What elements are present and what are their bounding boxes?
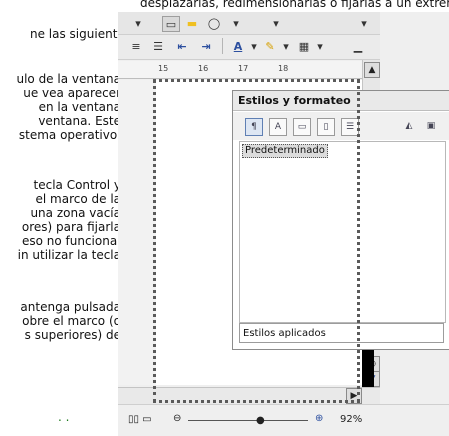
doc-line-4: en la ventana <box>38 100 121 114</box>
doc-line-11: eso no funciona, <box>21 234 121 248</box>
background-color-icon[interactable]: ▦ <box>296 39 312 53</box>
highlighting-dropdown-icon[interactable]: ▾ <box>278 39 294 53</box>
ruler-label-16: 16 <box>198 64 209 73</box>
scroll-up-icon[interactable]: ▲ <box>364 62 380 78</box>
toolbar-options-icon[interactable]: ▁ <box>350 39 366 53</box>
bullet-list-icon[interactable]: ☰ <box>150 39 166 53</box>
doc-line-9: una zona vacía <box>30 206 121 220</box>
doc-line-6: stema operativo, <box>18 128 121 142</box>
style-icon[interactable]: ▾ <box>130 16 146 30</box>
ruler-label-18: 18 <box>278 64 289 73</box>
ruler-label-15: 15 <box>158 64 169 73</box>
zoom-slider[interactable] <box>188 420 308 421</box>
highlight-icon[interactable]: ▬ <box>184 16 200 30</box>
page-styles-icon[interactable]: ▯ <box>317 118 335 136</box>
doc-line-2: ulo de la ventana <box>16 72 121 86</box>
bottom-mark: . . <box>58 410 70 424</box>
doc-line-3: ue vea aparecer <box>23 86 121 100</box>
status-bar: ▯▯ ▭ ⊖ ● ⊕ 92% <box>118 404 449 436</box>
overflow-icon[interactable]: ▾ <box>356 16 372 30</box>
doc-line-8: el marco de la <box>35 192 122 206</box>
toolbar-separator <box>222 38 223 54</box>
scroll-right-icon[interactable]: ▶ <box>346 388 362 404</box>
panel-title[interactable]: Estilos y formateo <box>233 91 449 111</box>
zoom-in-icon[interactable]: ⊕ <box>315 413 323 424</box>
highlighting-icon[interactable]: ✎ <box>262 39 278 53</box>
doc-line-7: tecla Control y <box>33 178 121 192</box>
styles-formatting-panel[interactable]: Estilos y formateo ¶ A ▭ ▯ ☰ ◭ ▣ Predete… <box>232 90 449 350</box>
zoom-level[interactable]: 92% <box>340 414 362 425</box>
view-layout-icon[interactable]: ▯▯ ▭ <box>128 414 152 425</box>
circle-icon[interactable]: ◯ <box>206 16 222 30</box>
frame-styles-icon[interactable]: ▭ <box>293 118 311 136</box>
horizontal-ruler[interactable]: 15 16 17 18 <box>118 61 380 79</box>
dropdown-icon[interactable]: ▾ <box>268 16 284 30</box>
style-list[interactable]: Predeterminado <box>239 141 446 323</box>
background-dropdown-icon[interactable]: ▾ <box>312 39 328 53</box>
ordered-list-icon[interactable]: ≡ <box>128 39 144 53</box>
doc-line-5: ventana. Este <box>38 114 121 128</box>
decrease-indent-icon[interactable]: ⇤ <box>174 39 190 53</box>
list-styles-icon[interactable]: ☰ <box>341 118 359 136</box>
ruler-label-17: 17 <box>238 64 249 73</box>
new-style-icon[interactable]: ▣ <box>423 118 439 134</box>
toolbar-standard: ▾ ▭ ▬ ◯ ▾ ▾ ▾ <box>118 12 380 35</box>
style-item-predeterminado[interactable]: Predeterminado <box>242 144 328 158</box>
zoom-out-icon[interactable]: ⊖ <box>173 413 181 424</box>
fill-format-icon[interactable]: ◭ <box>401 118 417 134</box>
horizontal-scrollbar[interactable]: ▶ <box>118 387 380 404</box>
page-margin <box>118 80 156 385</box>
doc-line-15: s superiores) de <box>24 328 121 342</box>
toolbar-formatting: ≡ ☰ ⇤ ⇥ A ▾ ✎ ▾ ▦ ▾ ▁ <box>118 35 380 60</box>
doc-line-10: ores) para fijarla <box>21 220 121 234</box>
doc-line-12: in utilizar la tecla <box>17 248 121 262</box>
increase-indent-icon[interactable]: ⇥ <box>198 39 214 53</box>
doc-line-13: antenga pulsada <box>20 300 121 314</box>
font-color-dropdown-icon[interactable]: ▾ <box>246 39 262 53</box>
toggle-icon[interactable]: ▭ <box>162 16 180 32</box>
character-styles-icon[interactable]: A <box>269 118 287 136</box>
zoom-slider-thumb[interactable]: ● <box>256 415 265 426</box>
font-color-icon[interactable]: A <box>230 39 246 53</box>
panel-toolbar: ¶ A ▭ ▯ ☰ ◭ ▣ <box>233 112 449 140</box>
doc-line-14: obre el marco (o <box>22 314 121 328</box>
paragraph-styles-icon[interactable]: ¶ <box>245 118 263 136</box>
more-icon[interactable]: ▾ <box>228 16 244 30</box>
style-filter-select[interactable]: Estilos aplicados <box>239 323 444 343</box>
document-top-line: desplazarlas, redimensionarlas o fijarla… <box>140 0 449 10</box>
